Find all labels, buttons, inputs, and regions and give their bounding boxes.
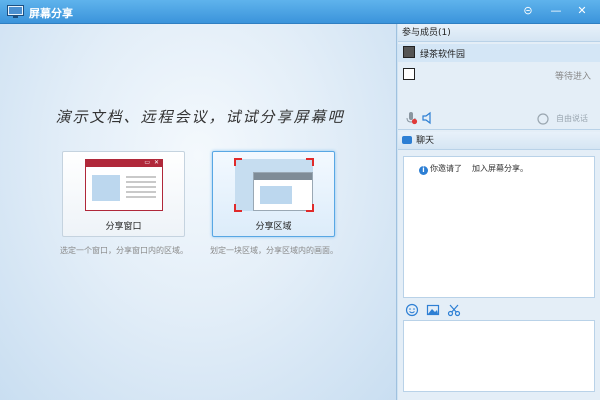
sidebar: 参与成员(1) 绿茶软件园 等待进入 自由说话 聊天 i 你邀请了 加入屏幕分享。 bbox=[398, 24, 600, 400]
chat-header-label: 聊天 bbox=[416, 136, 435, 146]
share-area-button[interactable]: 分享区域 bbox=[212, 151, 335, 237]
avatar bbox=[403, 46, 415, 58]
members-header: 参与成员(1) bbox=[398, 24, 600, 42]
chat-message-suffix: 加入屏幕分享。 bbox=[472, 164, 528, 173]
member-item[interactable]: 绿茶软件园 bbox=[398, 44, 600, 62]
mic-icon[interactable] bbox=[404, 111, 418, 125]
member-status: 等待进入 bbox=[554, 72, 591, 82]
chat-icon bbox=[402, 136, 412, 144]
extra-button[interactable]: ⊝ bbox=[520, 3, 536, 19]
image-icon[interactable] bbox=[426, 303, 440, 317]
chat-history[interactable]: i 你邀请了 加入屏幕分享。 bbox=[403, 156, 595, 298]
free-speak-toggle[interactable]: 自由说话 bbox=[556, 113, 588, 124]
info-icon: i bbox=[419, 166, 428, 175]
area-illustration-icon bbox=[234, 158, 314, 212]
share-area-label: 分享区域 bbox=[255, 222, 292, 232]
free-speak-icon bbox=[537, 113, 549, 125]
window-title: 屏幕分享 bbox=[29, 7, 73, 20]
member-name: 绿茶软件园 bbox=[420, 50, 466, 60]
share-window-label: 分享窗口 bbox=[105, 222, 142, 232]
chat-input[interactable] bbox=[403, 320, 595, 392]
share-window-description: 选定一个窗口，分享窗口内的区域。 bbox=[60, 246, 188, 255]
close-button[interactable]: ✕ bbox=[574, 3, 590, 19]
slogan-text: 演示文档、远程会议，试试分享屏幕吧 bbox=[55, 108, 345, 126]
share-area-description: 划定一块区域，分享区域内的画面。 bbox=[210, 246, 338, 255]
window-illustration-icon: ▭ ✕ bbox=[85, 159, 163, 211]
chat-message: i 你邀请了 加入屏幕分享。 bbox=[419, 163, 528, 175]
speaker-icon[interactable] bbox=[421, 111, 435, 125]
title-bar: 屏幕分享 ⊝ — ✕ bbox=[0, 0, 600, 24]
app-icon bbox=[7, 5, 24, 18]
share-window-button[interactable]: ▭ ✕ 分享窗口 bbox=[62, 151, 185, 237]
chat-message-prefix: 你邀请了 bbox=[430, 164, 462, 173]
share-options-pane: 演示文档、远程会议，试试分享屏幕吧 ▭ ✕ 分享窗口 选定一个窗口，分享窗口内的区… bbox=[0, 24, 397, 400]
chat-toolbar bbox=[398, 299, 600, 321]
minimize-button[interactable]: — bbox=[548, 3, 564, 19]
scissors-icon[interactable] bbox=[447, 303, 461, 317]
voice-toolbar: 自由说话 bbox=[398, 108, 600, 130]
member-item[interactable]: 等待进入 bbox=[398, 66, 600, 84]
emoji-icon[interactable] bbox=[405, 303, 419, 317]
chat-header: 聊天 bbox=[398, 132, 600, 150]
avatar bbox=[403, 68, 415, 80]
